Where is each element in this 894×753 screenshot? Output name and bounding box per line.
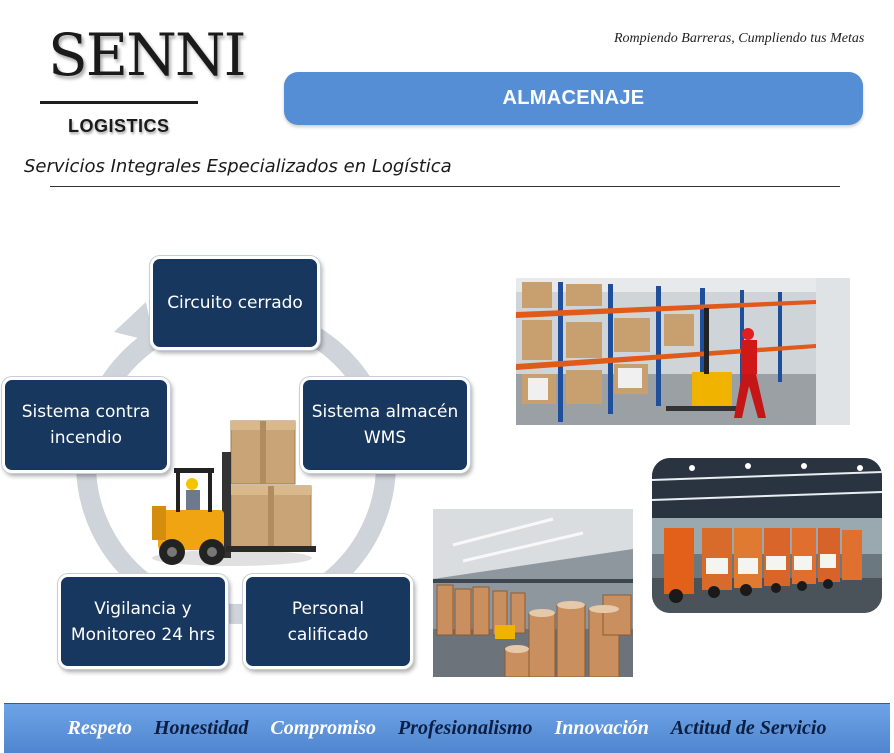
cycle-item-label: Sistema almacén WMS xyxy=(311,402,459,448)
values-footer: Respeto Honestidad Compromiso Profesionalis… xyxy=(4,703,890,753)
cycle-item-label: Vigilancia y Monitoreo 24 hrs xyxy=(70,598,216,645)
cycle-item-label: Circuito cerrado xyxy=(167,293,303,313)
footer-value-item: Honestidad xyxy=(153,717,249,739)
cycle-arrowhead xyxy=(114,302,154,342)
cycle-item-vigilancia: Vigilancia y Monitoreo 24 hrs xyxy=(58,574,228,669)
page-title: ALMACENAJE xyxy=(502,87,645,109)
paper-rolls-photo xyxy=(433,509,633,677)
cycle-item-wms: Sistema almacén WMS xyxy=(300,377,470,473)
subtitle-divider xyxy=(50,186,840,187)
cycle-item-label: Sistema contra incendio xyxy=(21,402,151,448)
logo-wordmark: SENNI xyxy=(48,21,246,89)
footer-value-item: Actitud de Servicio xyxy=(670,717,827,739)
page-subtitle: Servicios Integrales Especializados en L… xyxy=(24,156,452,177)
warehouse-racks-photo xyxy=(516,278,850,425)
logo-divider xyxy=(40,101,198,104)
cycle-item-circuito: Circuito cerrado xyxy=(150,256,320,350)
footer-value-item: Profesionalismo xyxy=(398,717,533,739)
tagline: Rompiendo Barreras, Cumpliendo tus Metas xyxy=(614,31,865,46)
title-banner: ALMACENAJE xyxy=(284,72,863,125)
footer-value-item: Respeto xyxy=(67,717,132,739)
forklift-fleet-photo xyxy=(652,458,882,613)
forklift-illustration xyxy=(152,420,316,566)
cycle-item-incendio: Sistema contra incendio xyxy=(2,377,170,473)
cycle-item-label: Personal calificado xyxy=(287,598,369,645)
logo-subtitle: LOGISTICS xyxy=(68,116,170,136)
footer-value-item: Innovación xyxy=(554,717,649,739)
cycle-item-personal: Personal calificado xyxy=(243,574,413,669)
footer-value-item: Compromiso xyxy=(270,717,376,739)
